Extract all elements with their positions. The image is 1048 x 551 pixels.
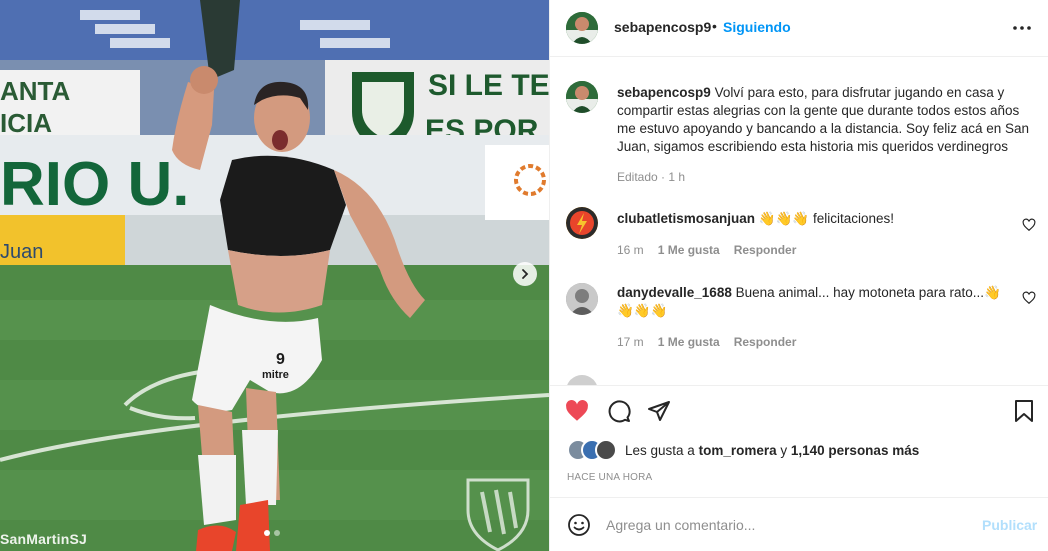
emoji-smile-icon[interactable] [567, 513, 591, 537]
comment-username[interactable]: danydevalle_1688 [617, 285, 732, 300]
commenter-avatar[interactable] [566, 283, 598, 315]
post-actions: Les gusta a tom_romera y 1,140 personas … [550, 385, 1048, 497]
comment-like-heart-icon[interactable] [1022, 291, 1036, 305]
svg-text:mitre: mitre [262, 369, 289, 381]
paper-plane-icon [648, 401, 670, 421]
likes-summary: Les gusta a tom_romera y 1,140 personas … [567, 439, 919, 461]
likes-text: Les gusta a tom_romera y 1,140 personas … [625, 443, 919, 458]
commenter-avatar-image [566, 207, 598, 239]
comment-time: 16 m [617, 243, 644, 257]
comment-like-heart-icon[interactable] [1022, 218, 1036, 232]
comment-meta: 17 m 1 Me gusta Responder [617, 335, 796, 349]
likes-count-link[interactable]: 1,140 personas más [791, 443, 919, 458]
save-button[interactable] [1010, 397, 1038, 425]
comment-text: clubatletismosanjuan 👋👋👋 felicitaciones! [617, 210, 1007, 228]
more-options-button[interactable] [1012, 18, 1032, 38]
carousel-dot-active [264, 530, 270, 536]
caption-avatar[interactable] [566, 81, 598, 113]
likes-prefix: Les gusta a [625, 442, 695, 458]
more-horizontal-icon [1013, 26, 1031, 30]
commenter-avatar-partial [566, 375, 598, 385]
comment-text: danydevalle_1688 Buena animal... hay mot… [617, 284, 1007, 320]
commenter-avatar-image [566, 283, 598, 315]
share-button[interactable] [645, 397, 673, 425]
chevron-right-icon [522, 269, 529, 279]
like-button[interactable] [563, 397, 591, 425]
photo-watermark: SanMartinSJ [0, 531, 87, 547]
comment-likes[interactable]: 1 Me gusta [658, 243, 720, 257]
following-button[interactable]: Siguiendo [723, 19, 791, 35]
comment-meta: 16 m 1 Me gusta Responder [617, 243, 796, 257]
liker-avatars [567, 439, 621, 461]
carousel-dot [274, 530, 280, 536]
svg-text:SI LE TE: SI LE TE [428, 69, 549, 102]
post-comment-button[interactable]: Publicar [982, 517, 1037, 533]
comments-list[interactable]: sebapencosp9 Volví para esto, para disfr… [550, 57, 1048, 385]
heart-filled-icon [566, 400, 588, 421]
post-timestamp[interactable]: HACE UNA HORA [567, 472, 652, 483]
carousel-indicator [264, 530, 280, 536]
caption-username[interactable]: sebapencosp9 [617, 85, 711, 100]
svg-text:ICIA: ICIA [0, 108, 52, 138]
photo-scene: SI LE TE ES POR ANTA ICIA RIO U. Juan 9 … [0, 0, 549, 551]
svg-text:Juan: Juan [0, 241, 43, 263]
likes-conjunction: y [780, 442, 788, 458]
caption-avatar-image [566, 81, 598, 113]
post-header: sebapencosp9 • Siguiendo [550, 0, 1048, 57]
carousel-next-button[interactable] [513, 262, 537, 286]
svg-text:RIO U.: RIO U. [0, 150, 189, 219]
comment-reply-button[interactable]: Responder [734, 243, 797, 257]
comment-username[interactable]: clubatletismosanjuan [617, 211, 755, 226]
post-photo[interactable]: SI LE TE ES POR ANTA ICIA RIO U. Juan 9 … [0, 0, 549, 551]
comment-button[interactable] [605, 397, 633, 425]
liker-avatar [595, 439, 617, 461]
comment-bubble-icon [608, 400, 631, 423]
header-separator: • [712, 18, 717, 34]
caption-text: sebapencosp9 Volví para esto, para disfr… [617, 84, 1037, 156]
svg-text:9: 9 [276, 351, 285, 368]
post-details-panel: sebapencosp9 • Siguiendo sebapencosp9 Vo… [549, 0, 1048, 551]
comment-reply-button[interactable]: Responder [734, 335, 797, 349]
comment-body: 👋👋👋 felicitaciones! [758, 211, 895, 226]
author-avatar[interactable] [566, 12, 598, 44]
comment-input[interactable] [606, 514, 966, 536]
likes-user-link[interactable]: tom_romera [699, 443, 777, 458]
comment-likes[interactable]: 1 Me gusta [658, 335, 720, 349]
svg-text:ANTA: ANTA [0, 76, 71, 106]
add-comment-bar: Publicar [550, 497, 1048, 551]
caption-meta: Editado · 1 h [617, 170, 686, 184]
commenter-avatar[interactable] [566, 207, 598, 239]
bookmark-icon [1015, 400, 1033, 422]
comment-time: 17 m [617, 335, 644, 349]
author-username[interactable]: sebapencosp9 [614, 19, 711, 35]
author-avatar-image [566, 12, 598, 44]
